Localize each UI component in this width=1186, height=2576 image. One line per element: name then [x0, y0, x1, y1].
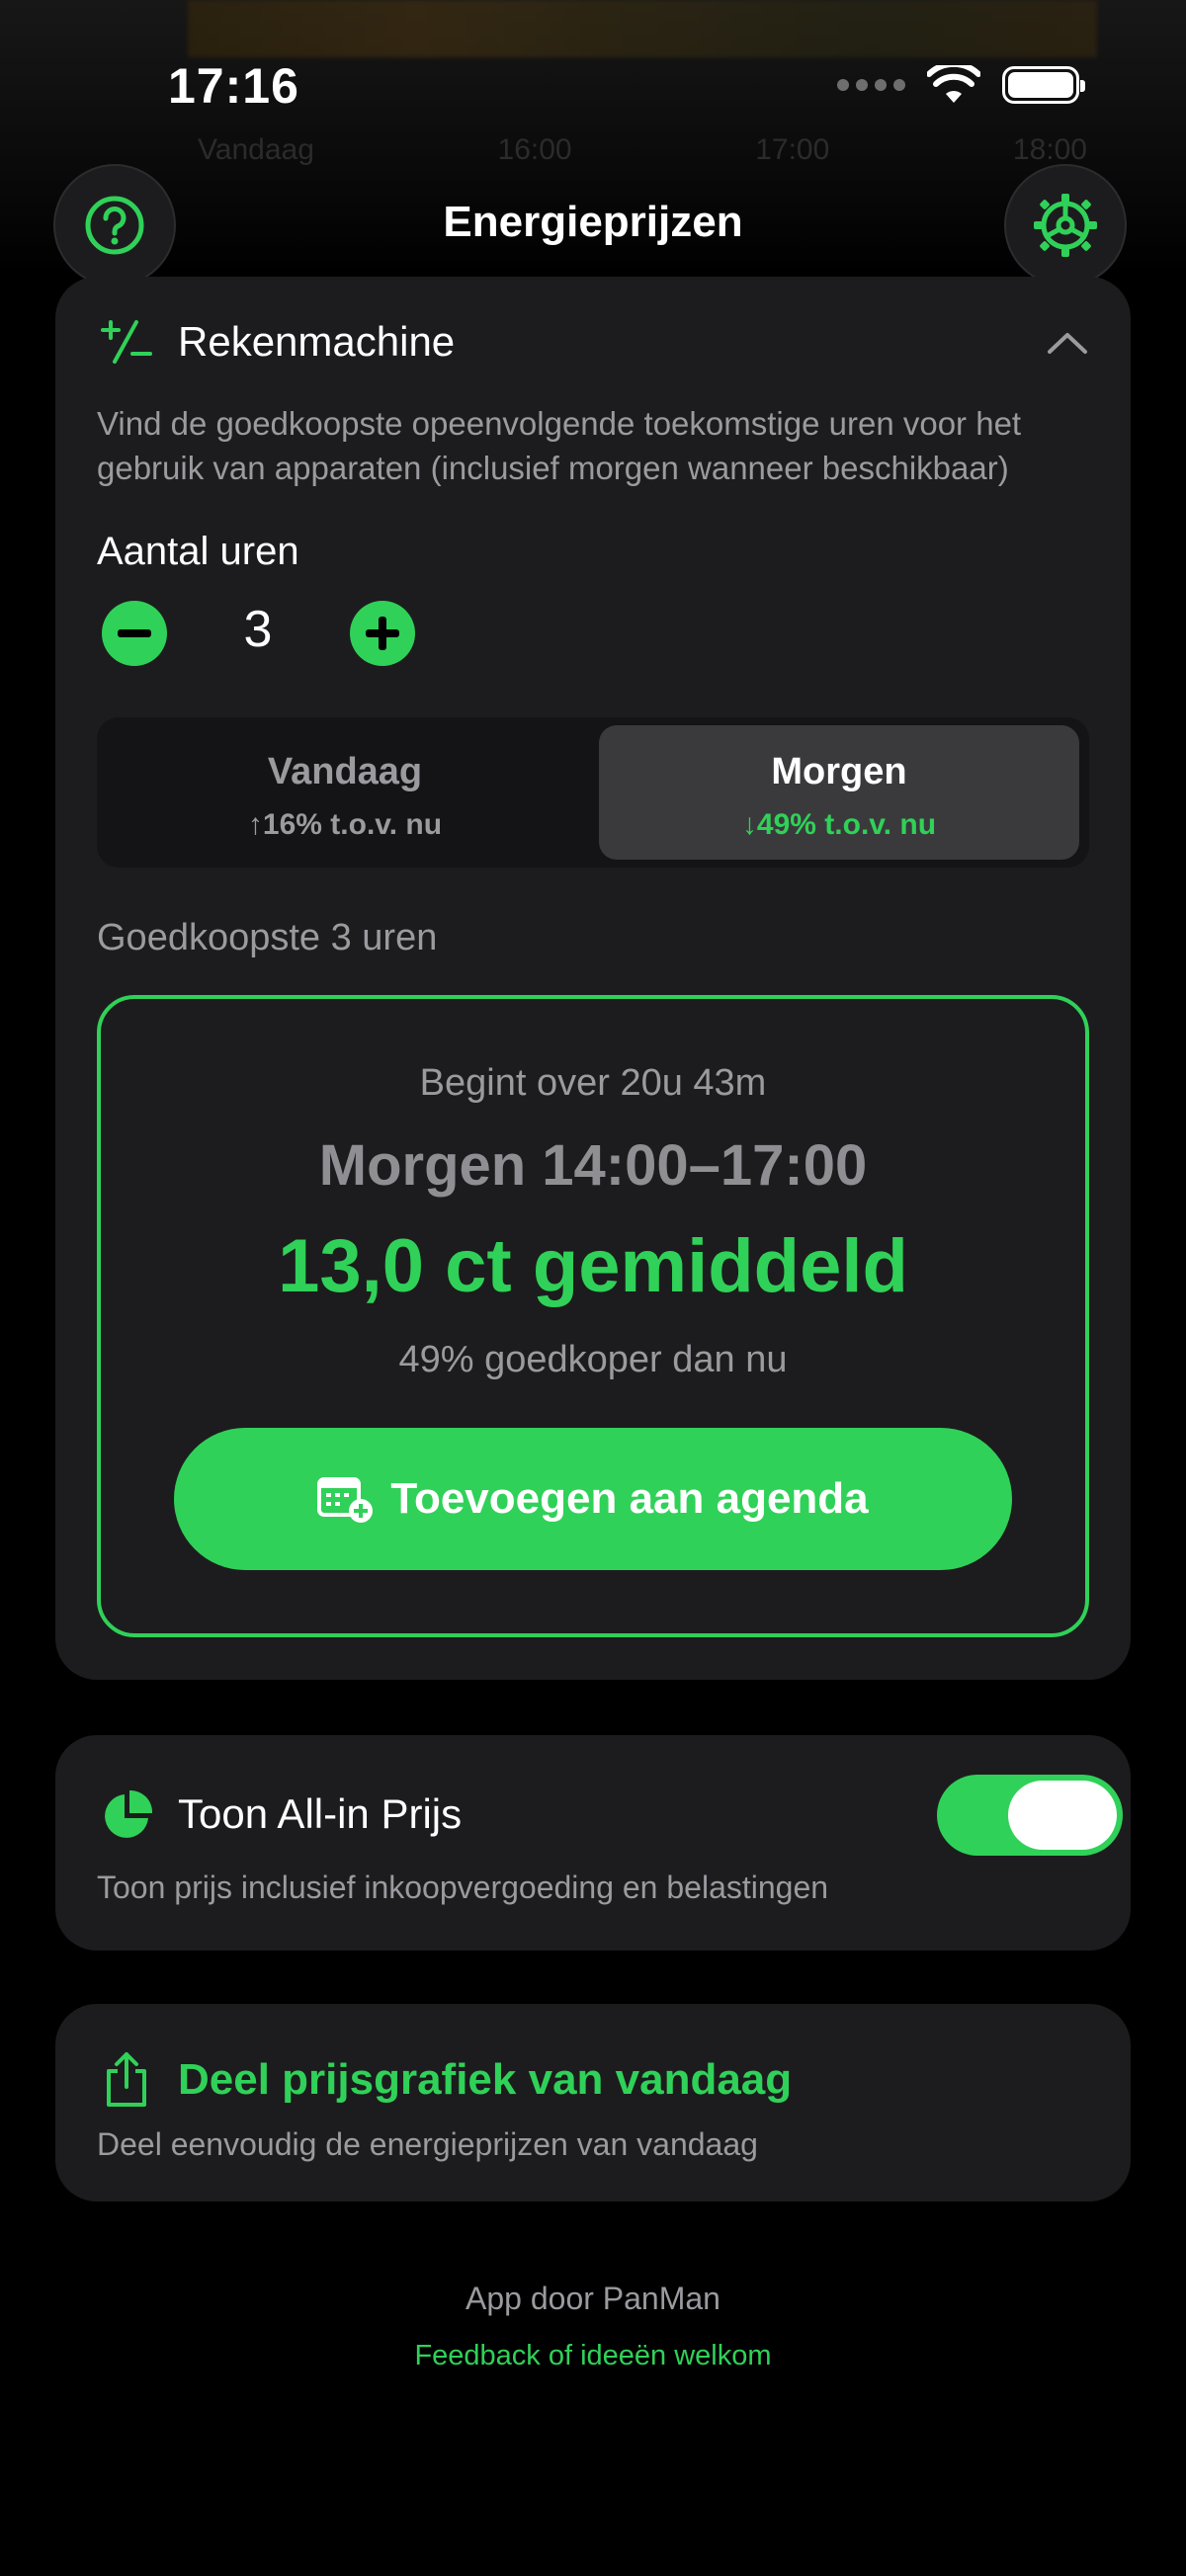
- time-window: Morgen 14:00–17:00: [318, 1133, 868, 1198]
- hours-value: 3: [243, 601, 273, 658]
- pie-chart-icon: [105, 1790, 152, 1838]
- plus-icon: [366, 617, 399, 650]
- saving-text: 49% goedkoper dan nu: [398, 1339, 788, 1380]
- share-title[interactable]: Deel prijsgrafiek van vandaag: [178, 2055, 792, 2105]
- decrement-button[interactable]: [102, 601, 167, 666]
- all-in-toggle[interactable]: [937, 1775, 1123, 1856]
- status-icons: [837, 65, 1085, 105]
- status-time: 17:16: [168, 58, 299, 114]
- calendar-add-icon: [317, 1477, 374, 1523]
- starts-in: Begint over 20u 43m: [419, 1062, 767, 1104]
- share-icon: [107, 2052, 146, 2107]
- footer-credit: App door PanMan: [466, 2281, 720, 2316]
- all-in-title: Toon All-in Prijs: [178, 1790, 463, 1837]
- background-price-bar: [188, 0, 1097, 57]
- gear-icon: [1034, 194, 1097, 257]
- day-segmented-control: Vandaag ↑16% t.o.v. nu Morgen ↓49% t.o.v…: [97, 717, 1089, 868]
- increment-button[interactable]: [350, 601, 415, 666]
- add-to-calendar-label: Toevoegen aan agenda: [390, 1474, 869, 1523]
- settings-button[interactable]: [1004, 164, 1127, 287]
- cheapest-label: Goedkoopste 3 uren: [97, 917, 438, 958]
- calculator-description: Vind de goedkoopste opeenvolgende toekom…: [97, 405, 1022, 486]
- share-description: Deel eenvoudig de energieprijzen van van…: [97, 2126, 758, 2162]
- background-row: Vandaag 16:00 17:00 18:00: [198, 133, 1087, 166]
- hours-label: Aantal uren: [97, 530, 299, 573]
- feedback-link[interactable]: Feedback of ideeën welkom: [0, 2340, 1186, 2372]
- battery-icon: [1002, 66, 1085, 104]
- average-price: 13,0 ct gemiddeld: [278, 1224, 908, 1308]
- calculator-title: Rekenmachine: [178, 318, 456, 365]
- all-in-description: Toon prijs inclusief inkoopvergoeding en…: [97, 1870, 829, 1905]
- minus-icon: [118, 629, 151, 637]
- segment-today[interactable]: Vandaag ↑16% t.o.v. nu: [105, 725, 585, 860]
- chevron-up-icon[interactable]: [1046, 330, 1089, 356]
- plus-minus-icon: [101, 320, 152, 364]
- add-to-calendar-button[interactable]: Toevoegen aan agenda: [174, 1428, 1012, 1570]
- wifi-icon: [927, 65, 980, 103]
- segment-tomorrow[interactable]: Morgen ↓49% t.o.v. nu: [599, 725, 1079, 860]
- cellular-icon: [837, 79, 905, 91]
- toggle-knob: [1008, 1781, 1117, 1850]
